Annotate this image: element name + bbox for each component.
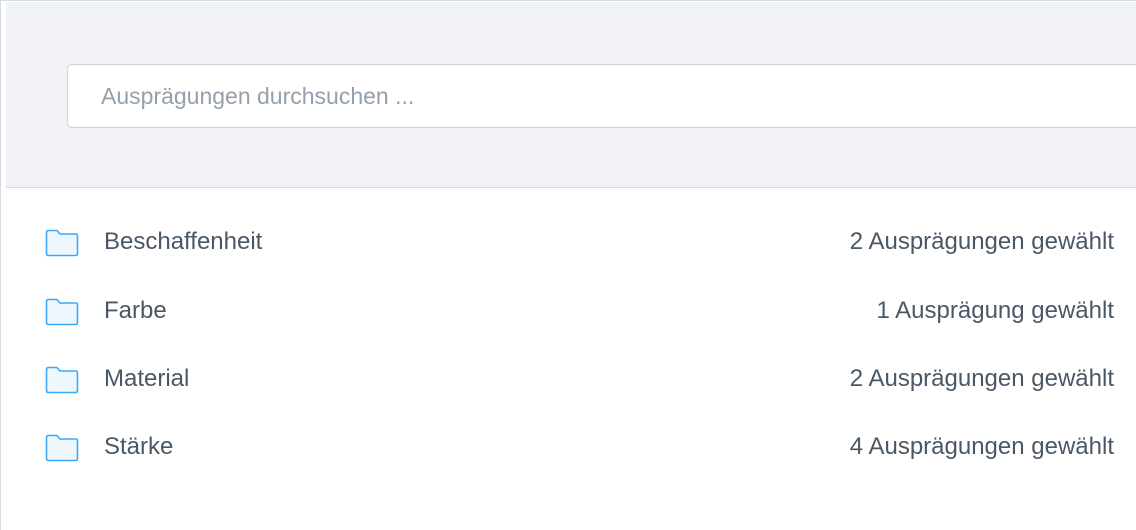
folder-icon — [45, 229, 79, 257]
list-item-beschaffenheit[interactable]: Beschaffenheit 2 Ausprägungen gewählt — [5, 215, 1136, 271]
folder-icon — [45, 366, 79, 394]
item-label: Beschaffenheit — [104, 228, 263, 255]
item-selection-count: 2 Ausprägungen gewählt — [849, 365, 1114, 392]
item-selection-count: 1 Ausprägung gewählt — [876, 297, 1114, 324]
item-label: Stärke — [104, 433, 174, 460]
search-bar-area — [6, 2, 1136, 188]
list-item-farbe[interactable]: Farbe 1 Ausprägung gewählt — [5, 284, 1136, 340]
item-label: Farbe — [104, 297, 167, 324]
list-item-material[interactable]: Material 2 Ausprägungen gewählt — [5, 352, 1136, 408]
item-label: Material — [104, 365, 190, 392]
item-selection-count: 2 Ausprägungen gewählt — [849, 228, 1114, 255]
attribute-list: Beschaffenheit 2 Ausprägungen gewählt Fa… — [5, 188, 1136, 518]
search-input[interactable] — [67, 64, 1136, 128]
folder-icon — [45, 434, 79, 462]
item-selection-count: 4 Ausprägungen gewählt — [849, 433, 1114, 460]
folder-icon — [45, 298, 79, 326]
list-item-staerke[interactable]: Stärke 4 Ausprägungen gewählt — [5, 420, 1136, 476]
